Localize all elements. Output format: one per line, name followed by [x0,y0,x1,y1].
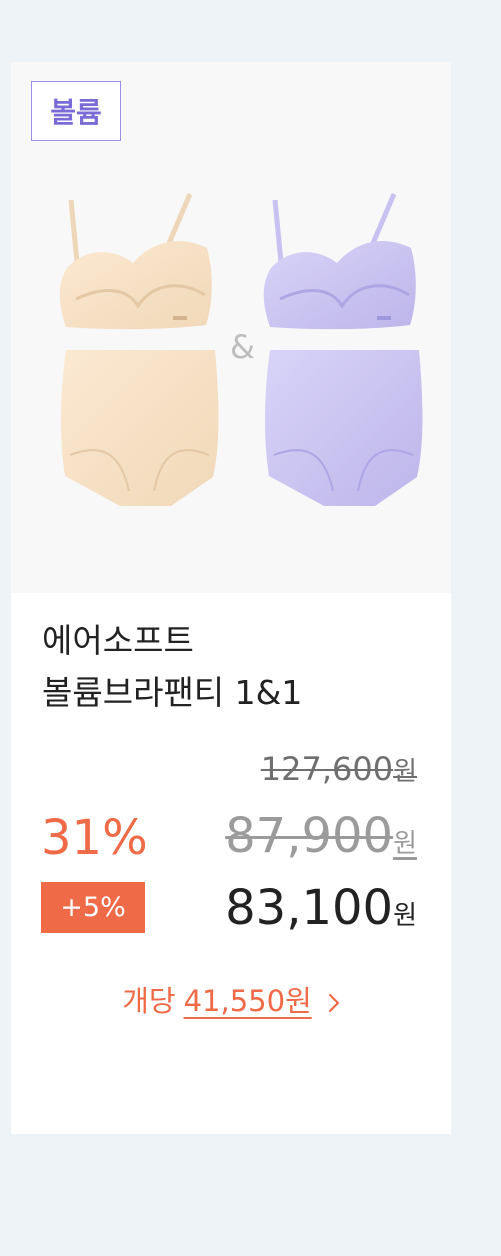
unit-price-link[interactable]: 개당 41,550원 [11,978,451,1020]
sale-price-value: 87,900 [225,808,394,864]
discount-rate: 31% [41,810,148,866]
beige-panty [60,350,219,506]
ampersand-symbol: & [230,328,255,366]
product-title-line-1: 에어소프트 [42,621,194,660]
original-price-value: 127,600 [260,750,394,788]
lavender-bra [263,193,416,330]
original-price: 127,600원 [261,750,417,788]
final-price: 83,100원 [225,880,417,936]
final-price-value: 83,100 [225,880,394,936]
product-title[interactable]: 에어소프트 볼륨브라팬티 1&1 [42,615,422,719]
unit-price-value: 41,550원 [183,984,312,1018]
product-image-area[interactable]: 볼륨 & [11,62,451,593]
product-image: & [59,193,423,506]
sale-price: 87,900원 [225,808,417,864]
extra-discount-label: +5% [60,892,126,923]
product-card[interactable]: 볼륨 & 에어소프트 볼륨브라팬티 1&1 127,600원 31% 87,90… [11,62,451,1134]
volume-badge: 볼륨 [31,81,121,141]
beige-bra [59,193,212,330]
product-title-line-2: 볼륨브라팬티 1&1 [42,673,303,712]
unit-price-label: 개당 [122,984,176,1018]
original-price-unit: 원 [393,757,417,787]
volume-badge-label: 볼륨 [50,96,102,129]
lavender-panty [264,350,423,506]
chevron-right-icon [328,986,340,1020]
final-price-unit: 원 [393,901,417,931]
sale-price-unit: 원 [393,829,417,859]
extra-discount-badge: +5% [41,882,145,933]
